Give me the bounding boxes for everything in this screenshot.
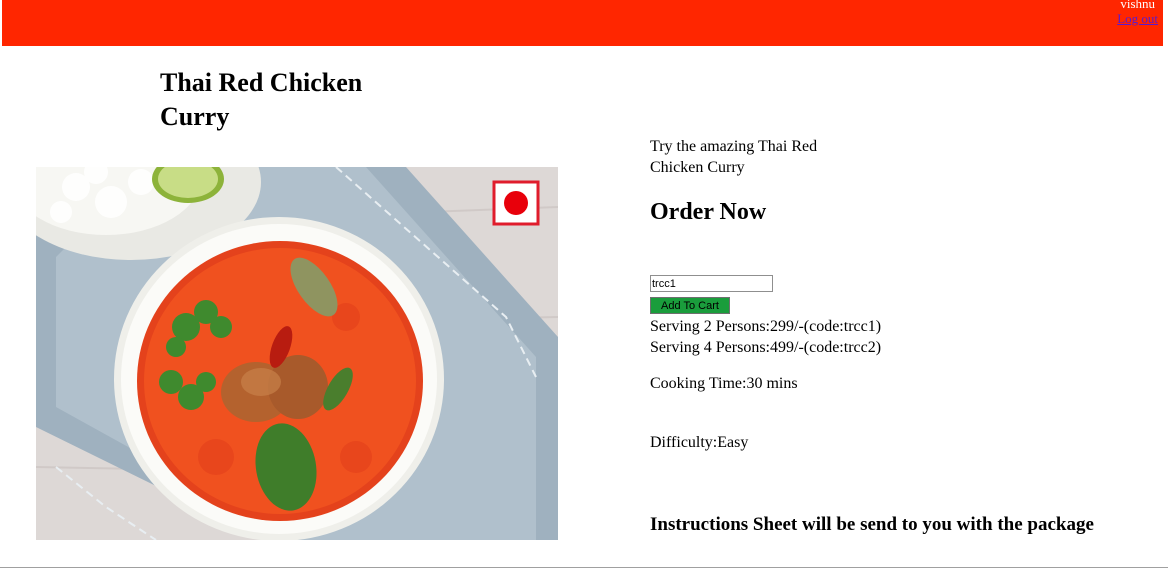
- difficulty-level: Difficulty:Easy: [650, 434, 749, 451]
- order-now-heading: Order Now: [650, 199, 767, 225]
- non-veg-mark-icon: [492, 180, 540, 226]
- footer-divider: [0, 567, 1168, 568]
- product-code-input[interactable]: [650, 275, 773, 292]
- serving-option: Serving 4 Persons:499/-(code:trcc2): [650, 339, 882, 356]
- add-to-cart-button[interactable]: Add To Cart: [650, 297, 730, 314]
- serving-option: Serving 2 Persons:299/-(code:trcc1): [650, 318, 882, 335]
- instructions-note: Instructions Sheet will be send to you w…: [650, 514, 1094, 535]
- food-photo: [36, 167, 558, 540]
- dish-tagline: Try the amazing Thai Red Chicken Curry: [650, 138, 818, 176]
- dish-title: Thai Red Chicken Curry: [160, 68, 363, 131]
- recipe-page: vishnu Log out Thai Red Chicken Curry Tr…: [0, 0, 1168, 570]
- top-header-bar: vishnu Log out: [2, 0, 1163, 46]
- logout-link[interactable]: Log out: [1117, 11, 1158, 27]
- cooking-time: Cooking Time:30 mins: [650, 375, 798, 392]
